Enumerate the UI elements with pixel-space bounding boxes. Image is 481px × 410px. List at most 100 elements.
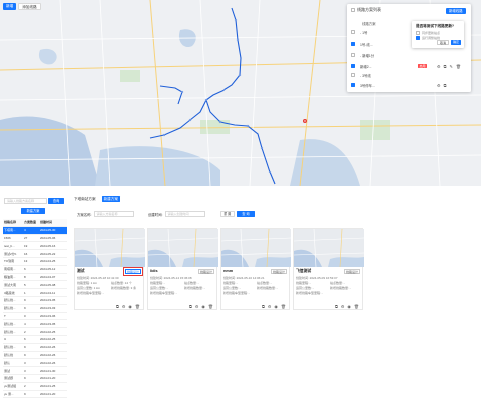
line-name-cell: 测试大南 bbox=[4, 282, 17, 287]
copy-icon[interactable]: ⧉ bbox=[116, 304, 119, 309]
checkbox-icon[interactable] bbox=[351, 30, 355, 34]
line-table-header: 线路名称 方案数量 创建时间 bbox=[3, 219, 67, 227]
plan-name-input[interactable]: 请输入方案名称 bbox=[93, 211, 134, 217]
settings-icon[interactable]: ⚙ bbox=[341, 304, 345, 309]
view-icon[interactable]: ◉ bbox=[274, 304, 278, 309]
tab-new-plan[interactable]: 新建方案 bbox=[101, 196, 120, 202]
table-row[interactable]: test_b... 19 2024-05-16 bbox=[3, 242, 67, 251]
popover-ok-button[interactable]: 确定 bbox=[450, 40, 461, 45]
edit-icon[interactable]: ✎ bbox=[449, 64, 452, 69]
panel-new-button[interactable]: 新增线路 bbox=[446, 8, 466, 14]
table-row[interactable]: 默认 3 2024-02-26 bbox=[3, 359, 67, 368]
delete-icon[interactable]: 🗑 bbox=[135, 304, 140, 309]
table-row[interactable]: 测试大南 5 2024-05-08 bbox=[3, 281, 67, 290]
delete-icon[interactable]: 🗑 bbox=[456, 64, 461, 69]
table-row[interactable]: 默认线... 9 2024-03-05 bbox=[3, 297, 67, 305]
view-icon[interactable]: ◉ bbox=[128, 304, 132, 309]
created-cell: 2024-03-05 bbox=[40, 298, 56, 303]
plan-card[interactable]: 测试 线路设计 创建时间: 2024-05-18 10:41:30 线路里程: 1 k… bbox=[74, 228, 145, 310]
table-row[interactable]: 1506 27 2024-05-06 bbox=[3, 235, 67, 243]
popover-option-1-label: 同步更新站点 bbox=[422, 31, 441, 35]
copy-icon[interactable]: ⧉ bbox=[262, 304, 265, 309]
table-row[interactable]: 粮油南... 8 2024-04-07 bbox=[3, 274, 67, 282]
new-plan-button[interactable]: 新建方案 bbox=[21, 208, 45, 214]
checkbox-icon[interactable] bbox=[351, 8, 355, 12]
plan-map-thumbnail[interactable] bbox=[148, 229, 218, 267]
copy-icon[interactable]: ⧉ bbox=[444, 64, 447, 69]
table-row[interactable]: 默认线... 9 2024-02-26 bbox=[3, 344, 67, 352]
copy-icon[interactable]: ⧉ bbox=[444, 83, 447, 88]
checkbox-icon[interactable] bbox=[416, 31, 420, 35]
reset-button[interactable]: 重 置 bbox=[220, 211, 236, 217]
map-view[interactable]: 新增 添加线路 线路方案列表 新增线路 线路方案 - 1号1号-线...⚙⧉- … bbox=[0, 0, 481, 186]
line-design-button[interactable]: 线路设计 bbox=[270, 269, 287, 274]
table-row[interactable]: yu 测... 9 2024-01-20 bbox=[3, 391, 67, 399]
settings-icon[interactable]: ⚙ bbox=[195, 304, 199, 309]
plan-card[interactable]: lidis 线路设计 创建时间: 2024-05-14 15:36:08 线路里程: … bbox=[147, 228, 218, 310]
plan-name: 测试 bbox=[77, 269, 85, 273]
panel-title: 线路方案列表 bbox=[357, 7, 381, 12]
settings-icon[interactable]: ⚙ bbox=[437, 83, 441, 88]
plan-map-thumbnail[interactable] bbox=[221, 229, 291, 267]
panel-route-row[interactable]: - 3号线 bbox=[351, 71, 463, 79]
table-row[interactable]: 默认线 9 2024-02-26 bbox=[3, 352, 67, 360]
plan-map-thumbnail[interactable] bbox=[294, 229, 364, 267]
table-row[interactable]: 默认线... 2 2024-02-25 bbox=[3, 328, 67, 336]
popover-option-1[interactable]: 同步更新站点 bbox=[416, 31, 440, 35]
plan-card[interactable]: 飞信测试 线路设计 创建时间: 2024-05-09 16:53:07 线路里程: -… bbox=[293, 228, 364, 310]
checkbox-icon[interactable] bbox=[351, 42, 355, 46]
table-row[interactable]: TO到南 13 2024-04-25 bbox=[3, 258, 67, 266]
checkbox-icon[interactable] bbox=[416, 36, 420, 40]
delete-icon[interactable]: 🗑 bbox=[354, 304, 359, 309]
panel-route-row[interactable]: - 新增1分 bbox=[351, 51, 463, 59]
settings-icon[interactable]: ⚙ bbox=[437, 64, 441, 69]
copy-icon[interactable]: ⧉ bbox=[335, 304, 338, 309]
status-badge[interactable]: 启用 bbox=[418, 63, 428, 69]
table-row[interactable]: yu测试组 2 2024-01-25 bbox=[3, 383, 67, 391]
plan-map-thumbnail[interactable] bbox=[75, 229, 145, 267]
table-row[interactable]: T 0 2024-03-06 bbox=[3, 313, 67, 321]
checkbox-icon[interactable] bbox=[351, 83, 355, 87]
settings-icon[interactable]: ⚙ bbox=[268, 304, 272, 309]
checkbox-icon[interactable] bbox=[351, 73, 355, 77]
plan-card[interactable]: mmm 线路设计 创建时间: 2024-05-10 14:06:21 线路里程: - 站… bbox=[220, 228, 291, 310]
settings-icon[interactable]: ⚙ bbox=[122, 304, 126, 309]
table-row[interactable]: 默认线... 9 2024-03-03 bbox=[3, 305, 67, 313]
line-design-button[interactable]: 线路设计 bbox=[122, 267, 144, 276]
panel-route-row[interactable]: 新增2... 启用 ⚙ ⧉ ✎ 🗑 bbox=[351, 62, 463, 70]
line-name-cell: 默认 bbox=[4, 360, 11, 365]
table-row[interactable]: 3路延线 1 2024-04-11 bbox=[3, 289, 67, 297]
table-row[interactable]: 测试题 9 2024-01-20 bbox=[3, 375, 67, 383]
new-line-count: 新增线路数量: - bbox=[184, 286, 205, 290]
panel-route-label: - 1号 bbox=[360, 30, 368, 35]
line-design-button[interactable]: 线路设计 bbox=[343, 269, 360, 274]
map-add-button[interactable]: 新增 bbox=[3, 3, 17, 10]
line-search-button[interactable]: 查询 bbox=[48, 198, 64, 204]
map-add-line-button[interactable]: 添加线路 bbox=[18, 3, 41, 10]
popover-cancel-button[interactable]: 取消 bbox=[436, 40, 449, 45]
plan-count-cell: 0 bbox=[24, 313, 26, 318]
line-search-input[interactable]: 请输入线路方案名称 bbox=[4, 198, 47, 204]
panel-route-row[interactable]: 3号停车... ⚙ ⧉ bbox=[351, 81, 463, 89]
table-row[interactable]: U 6 2024-02-25 bbox=[3, 336, 67, 344]
header-plan-count: 方案数量 bbox=[24, 220, 37, 225]
copy-icon[interactable]: ⧉ bbox=[189, 304, 192, 309]
checkbox-icon[interactable] bbox=[351, 53, 355, 57]
table-row[interactable]: 测试 3 2024-01-30 bbox=[3, 367, 67, 375]
checkbox-icon[interactable] bbox=[351, 64, 355, 68]
query-button[interactable]: 查 询 bbox=[237, 211, 255, 217]
table-row[interactable]: 下塔南... 4 2024-05-30 bbox=[3, 226, 67, 235]
tab-line-plans[interactable]: 下塔南站方案 bbox=[72, 196, 98, 202]
created-cell: 2024-05-12 bbox=[40, 267, 56, 272]
view-icon[interactable]: ◉ bbox=[201, 304, 205, 309]
line-design-button[interactable]: 线路设计 bbox=[197, 269, 214, 274]
delete-icon[interactable]: 🗑 bbox=[208, 304, 213, 309]
table-row[interactable]: 默认线... 4 2024-03-05 bbox=[3, 320, 67, 329]
view-icon[interactable]: ◉ bbox=[347, 304, 351, 309]
plan-count-cell: 2 bbox=[24, 384, 26, 389]
station-count: 站点数量: - bbox=[330, 281, 345, 285]
table-row[interactable]: 测试2分b 16 2024-05-22 bbox=[3, 250, 67, 258]
delete-icon[interactable]: 🗑 bbox=[281, 304, 286, 309]
table-row[interactable]: 南塔南... 6 2024-05-12 bbox=[3, 266, 67, 274]
created-input[interactable]: 请输入创建时间 bbox=[164, 211, 205, 217]
